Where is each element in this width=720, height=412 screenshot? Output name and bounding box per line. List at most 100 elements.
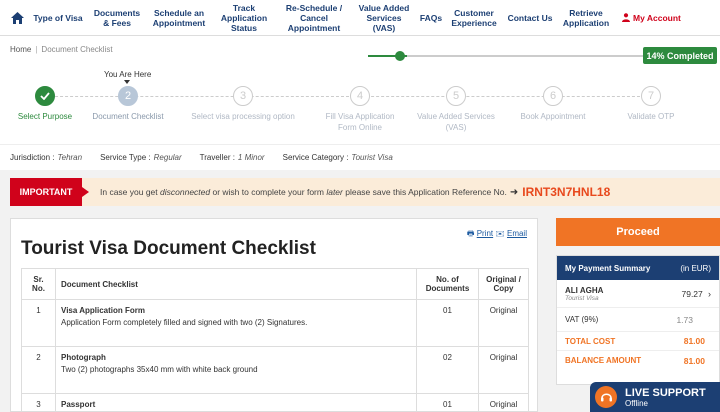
payment-summary-header: My Payment Summary (in EUR) — [557, 256, 719, 280]
proceed-button[interactable]: Proceed — [556, 218, 720, 246]
step-processing-option: 3 Select visa processing option — [188, 86, 298, 122]
nav-track-status[interactable]: Track Application Status — [212, 0, 276, 36]
balance-amount-label: BALANCE AMOUNT — [565, 356, 642, 365]
row-document: Visa Application Form Application Form c… — [55, 299, 417, 347]
step-document-checklist: 2 Document Checklist — [73, 86, 183, 122]
step-label: Value Added Services (VAS) — [417, 112, 495, 132]
applicant-name: ALI AGHA — [565, 285, 604, 295]
nav-retrieve-application[interactable]: Retrieve Application — [558, 0, 614, 36]
print-email-links: 🖶 Print ✉ Email — [467, 228, 527, 242]
column-header-sr: Sr. No. — [21, 268, 56, 300]
step-book-appointment: 6 Book Appointment — [498, 86, 608, 122]
applicant-info: ALI AGHA Tourist Visa — [565, 286, 603, 302]
row-type: Original — [478, 346, 529, 394]
print-icon: 🖶 — [466, 229, 475, 238]
breadcrumb: Home | Document Checklist — [10, 45, 113, 54]
live-support-status: Offline — [625, 398, 648, 408]
important-text-4: later — [326, 187, 343, 197]
step-number: 7 — [641, 86, 661, 106]
applicant-visa-type: Tourist Visa — [565, 294, 599, 302]
nav-faqs[interactable]: FAQs — [416, 0, 446, 36]
service-category-value: Tourist Visa — [351, 153, 393, 162]
my-account-button[interactable]: My Account — [622, 13, 681, 23]
table-row: 2 Photograph Two (2) photographs 35x40 m… — [21, 346, 529, 394]
total-cost-row: TOTAL COST 81.00 — [557, 332, 719, 351]
jurisdiction-value: Tehran — [57, 153, 83, 162]
step-number: 3 — [233, 86, 253, 106]
step-fill-application: 4 Fill Visa Application Form Online — [305, 86, 415, 133]
step-label: Validate OTP — [627, 112, 675, 121]
nav-type-of-visa[interactable]: Type of Visa — [28, 0, 88, 36]
home-button[interactable] — [6, 0, 28, 36]
print-link[interactable]: Print — [477, 229, 493, 238]
nav-contact-us[interactable]: Contact Us — [502, 0, 558, 36]
breadcrumb-current: Document Checklist — [41, 45, 113, 54]
row-count: 01 — [416, 299, 479, 347]
total-cost-amount: 81.00 — [683, 336, 705, 346]
jurisdiction-label: Jurisdiction : — [10, 153, 55, 162]
check-icon — [35, 86, 55, 106]
column-header-count: No. of Documents — [416, 268, 479, 300]
applicant-amount-group: 79.27 › — [681, 289, 711, 299]
user-icon — [622, 13, 630, 22]
table-header-row: Sr. No. Document Checklist No. of Docume… — [21, 268, 529, 300]
table-row: 1 Visa Application Form Application Form… — [21, 299, 529, 347]
row-type: Original — [478, 393, 529, 412]
vat-row: VAT (9%) 1.73 — [557, 308, 719, 332]
vat-label: VAT (9%) — [565, 315, 599, 324]
nav-value-added-services[interactable]: Value Added Services (VAS) — [352, 0, 416, 36]
live-support-widget[interactable]: LIVE SUPPORT Offline — [590, 382, 720, 412]
chevron-right-icon[interactable]: › — [708, 289, 711, 299]
column-header-document: Document Checklist — [55, 268, 417, 300]
total-cost-label: TOTAL COST — [565, 336, 616, 346]
traveller-value: 1 Minor — [237, 153, 265, 162]
important-text-5: please save this Application Reference N… — [342, 187, 507, 197]
payment-currency: (in EUR) — [680, 263, 711, 273]
document-name: Photograph — [61, 353, 106, 362]
important-banner: IMPORTANT In case you get disconnected o… — [10, 178, 720, 206]
payment-summary-title: My Payment Summary — [565, 263, 651, 273]
balance-amount-value: 81.00 — [683, 355, 705, 366]
step-label: Select visa processing option — [191, 112, 295, 121]
checklist-title: Tourist Visa Document Checklist — [21, 238, 316, 259]
application-stepper: You Are Here Select Purpose 2 Document C… — [0, 66, 720, 144]
row-count: 01 — [416, 393, 479, 412]
important-text-2: disconnected — [160, 187, 211, 197]
service-type-value: Regular — [153, 153, 182, 162]
document-name: Passport — [61, 400, 96, 409]
step-number: 5 — [446, 86, 466, 106]
step-number: 6 — [543, 86, 563, 106]
progress-indicator-dot — [395, 51, 405, 61]
nav-customer-experience[interactable]: Customer Experience — [446, 0, 502, 36]
nav-documents-fees[interactable]: Documents & Fees — [88, 0, 146, 36]
breadcrumb-row: Home | Document Checklist — [0, 36, 720, 66]
top-nav: Type of Visa Documents & Fees Schedule a… — [0, 0, 720, 36]
service-type-label: Service Type : — [100, 153, 151, 162]
breadcrumb-separator: | — [35, 45, 38, 54]
step-number: 4 — [350, 86, 370, 106]
nav-reschedule-cancel[interactable]: Re-Schedule / Cancel Appointment — [276, 0, 352, 36]
row-sr: 3 — [21, 393, 56, 412]
important-text-3: or wish to complete your form — [210, 187, 327, 197]
nav-schedule-appointment[interactable]: Schedule an Appointment — [146, 0, 212, 36]
vat-amount: 1.73 — [676, 314, 693, 325]
step-validate-otp: 7 Validate OTP — [596, 86, 706, 122]
application-info-row: Jurisdiction : Tehran Service Type : Reg… — [0, 144, 720, 170]
document-description: Application Form completely filled and s… — [61, 318, 308, 327]
document-table: Sr. No. Document Checklist No. of Docume… — [21, 268, 529, 412]
applicant-fee-row[interactable]: ALI AGHA Tourist Visa 79.27 › — [557, 280, 719, 308]
step-value-added-services: 5 Value Added Services (VAS) — [401, 86, 511, 133]
step-label: Fill Visa Application Form Online — [325, 112, 395, 132]
email-link[interactable]: Email — [507, 229, 527, 238]
my-account-label: My Account — [633, 12, 681, 23]
email-icon: ✉ — [495, 229, 505, 238]
step-number: 2 — [118, 86, 138, 106]
breadcrumb-home[interactable]: Home — [10, 45, 31, 54]
row-document: Photograph Two (2) photographs 35x40 mm … — [55, 346, 417, 394]
you-are-here-arrow-icon — [124, 80, 130, 84]
traveller-label: Traveller : — [199, 153, 235, 162]
document-description: Two (2) photographs 35x40 mm with white … — [61, 365, 258, 374]
step-label: Book Appointment — [520, 112, 586, 121]
row-type: Original — [478, 299, 529, 347]
payment-summary: My Payment Summary (in EUR) ALI AGHA Tou… — [556, 255, 720, 385]
